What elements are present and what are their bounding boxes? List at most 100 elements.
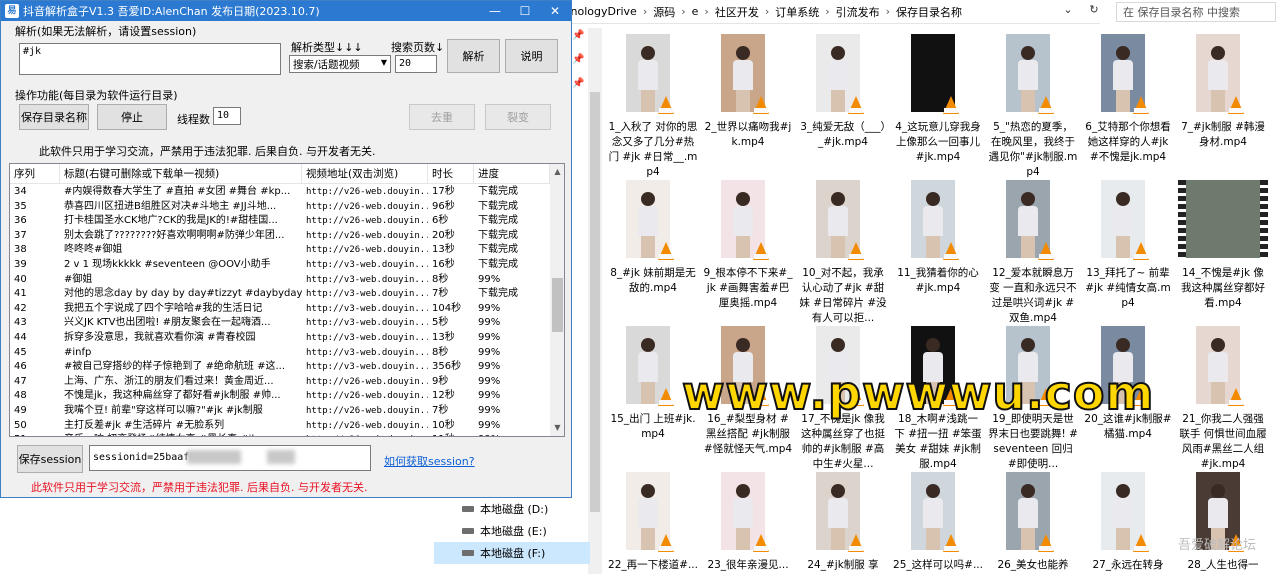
table-row[interactable]: 51音乐一响 初恋登场#纯情女高 #黑长直 #jkhttp://v26-web.…	[10, 433, 550, 436]
table-row[interactable]: 38 咚咚咚#御姐 http://v26-web.douyin... 13秒 下载完成	[10, 243, 550, 258]
stop-button[interactable]: 停止	[97, 104, 167, 130]
page-count-input[interactable]: 20	[395, 55, 437, 73]
table-row[interactable]: 48 不愧是jk，我这种扁丝穿了都好看#jk制服 #帅... http://v26-…	[10, 389, 550, 404]
chevron-right-icon[interactable]: ›	[679, 5, 687, 18]
table-row[interactable]: 36 打卡桂国圣水CK地广?CK的我是JK的!#甜桂国... http://v26-…	[10, 214, 550, 229]
table-row[interactable]: 44 拆穿多没意思，我就喜欢看你演 #青春校园 http://v3-web.douy…	[10, 331, 550, 346]
table-scrollbar[interactable]: ▲ ▼	[550, 164, 564, 436]
table-cell: http://v3-web.douyin...	[306, 289, 428, 300]
parse-button[interactable]: 解析	[447, 39, 500, 73]
table-cell: http://v26-web.douyin...	[306, 201, 428, 212]
table-cell: http://v26-web.douyin...	[306, 376, 428, 387]
drive-list: 本地磁盘 (D:) 本地磁盘 (E:) 本地磁盘 (F:)	[434, 498, 590, 564]
vlc-cone-icon	[658, 96, 674, 114]
scroll-up-icon[interactable]: ▲	[550, 164, 564, 180]
table-cell: 咚咚咚#御姐	[64, 244, 123, 256]
column-header[interactable]: 进度	[474, 164, 550, 184]
table-row[interactable]: 35 恭喜四川区扭进B组胜区对决#斗地主 #JJ斗地... http://v26-w…	[10, 200, 550, 215]
drive-item[interactable]: 本地磁盘 (E:)	[434, 520, 590, 542]
table-cell: 51	[10, 433, 60, 436]
table-row[interactable]: 37 别太会跳了????????好喜欢啊啊啊#防弹少年团... http://v26…	[10, 229, 550, 244]
table-cell: 41	[14, 288, 27, 300]
explorer-search-input[interactable]: 在 保存目录名称 中搜索	[1116, 2, 1276, 22]
chevron-right-icon[interactable]: ›	[641, 5, 649, 18]
table-row[interactable]: 46 #被自己穿搭纱的样子惊艳到了 #绝命航班 #这... http://v3-we…	[10, 360, 550, 375]
chevron-right-icon[interactable]: ›	[702, 5, 710, 18]
table-row[interactable]: 43 兴义JK KTV也出团啦! #朋友聚会在一起嗨酒... http://v3-w…	[10, 316, 550, 331]
column-header[interactable]: 序列	[10, 164, 60, 184]
vlc-cone-icon	[1133, 242, 1149, 260]
threads-input[interactable]: 10	[213, 107, 241, 125]
pin-icon[interactable]: 📌	[572, 78, 588, 102]
scroll-down-icon[interactable]: ▼	[550, 420, 564, 436]
table-row[interactable]: 42 我把五个字说成了四个字哈哈#我的生活日记 http://v3-web.douy…	[10, 302, 550, 317]
help-button[interactable]: 说明	[505, 39, 558, 73]
table-row[interactable]: 39 2 v 1 现场kkkkk #seventeen @OOV小助手 http:/…	[10, 258, 550, 273]
table-row[interactable]: 34 #内娱得数春大学生了 #直拍 #女团 #舞台 #kp... http://v2…	[10, 185, 550, 200]
table-cell: 46	[14, 361, 27, 373]
column-header[interactable]: 时长	[428, 164, 474, 184]
table-cell: 13秒	[432, 331, 455, 343]
column-header[interactable]: 标题(右键可删除或下载单一视频)	[60, 164, 302, 184]
table-cell: http://v26-web.douyin...	[306, 187, 428, 197]
file-name: 10_对不起，我承认心动了#jk #甜妹 #日常碎片 #没有人可以拒...	[799, 267, 887, 324]
breadcrumb-item[interactable]: 保存目录名称	[892, 4, 966, 20]
address-bar[interactable]: ynologyDrive › 源码 › e › 社区开发 › 订单系统 › 引流发布 › 保存目录名称	[560, 0, 1100, 24]
file-name: 6_艾特那个你想看她这样穿的人#jk #不愧是jk.mp4	[1085, 121, 1171, 163]
table-cell: 49	[14, 404, 27, 416]
table-cell: 打卡桂国圣水CK地广?CK的我是JK的!#甜桂国...	[64, 215, 278, 227]
split-button[interactable]: 裂变	[485, 104, 551, 130]
file-name: 5_"热恋的夏季，在晚风里，我终于遇见你"#jk制服.mp4	[988, 121, 1078, 178]
table-row[interactable]: 50 主打反差#jk #生活碎片 #无脸系列 http://v26-web.douy…	[10, 419, 550, 434]
forum-watermark: 吾爱破解论坛	[1178, 538, 1257, 553]
maximize-button[interactable]: ☐	[511, 1, 539, 21]
parse-type-select[interactable]: 搜索/话题视频 ▼	[289, 55, 391, 73]
file-name: 2_世界以痛吻我#jk.mp4	[704, 121, 792, 148]
title-bar[interactable]: 易 抖音解析盒子V1.3 吾爱ID:AlenChan 发布日期(2023.10.…	[1, 1, 571, 21]
minimize-button[interactable]: —	[481, 1, 509, 21]
drive-item[interactable]: 本地磁盘 (D:)	[434, 498, 590, 520]
get-session-link[interactable]: 如何获取session?	[384, 453, 475, 469]
scrollbar-thumb[interactable]	[552, 278, 563, 332]
table-cell: 下载完成	[478, 200, 518, 212]
chevron-down-icon[interactable]: ⌄	[1060, 3, 1076, 21]
save-session-button[interactable]: 保存session	[17, 445, 83, 473]
breadcrumb-item[interactable]: ynologyDrive	[560, 5, 641, 18]
vlc-cone-icon	[848, 534, 864, 552]
dedupe-button[interactable]: 去重	[409, 104, 475, 130]
table-row[interactable]: 49 我嘴个豆! 前辈"穿这样可以嘛?"#jk #jk制服 http://v26-w…	[10, 404, 550, 419]
table-body: 34 #内娱得数春大学生了 #直拍 #女团 #舞台 #kp... http://v2…	[10, 185, 550, 436]
breadcrumb-item[interactable]: 订单系统	[771, 4, 823, 20]
redacted-session	[187, 450, 241, 464]
file-name: 12_爱本就瞬息万变 一直和永远只不过是哄兴词#jk #双鱼.mp4	[989, 267, 1077, 324]
table-cell: 下载完成	[478, 244, 518, 256]
table-row[interactable]: 41 对他的思念day by day by day#tizzyt #daybyda…	[10, 287, 550, 302]
vlc-cone-icon	[1038, 534, 1054, 552]
save-dir-button[interactable]: 保存目录名称	[19, 104, 89, 130]
table-row[interactable]: 40 #御姐 http://v3-web.douyin... 8秒 99%	[10, 273, 550, 288]
parse-input[interactable]: #jk	[19, 43, 281, 75]
breadcrumb-item[interactable]: 社区开发	[711, 4, 763, 20]
drive-label: 本地磁盘 (D:)	[480, 503, 549, 516]
table-cell: http://v26-web.douyin...	[306, 405, 428, 416]
pin-icon[interactable]: 📌	[572, 54, 588, 78]
table-row[interactable]: 47 上海、广东、浙江的朋友们看过来！黄金周近... http://v26-web.…	[10, 375, 550, 390]
table-row[interactable]: 45 #infp http://v3-web.douyin... 8秒 99%	[10, 346, 550, 361]
breadcrumb-item[interactable]: 源码	[649, 4, 679, 20]
chevron-right-icon[interactable]: ›	[884, 5, 892, 18]
close-button[interactable]: ✕	[541, 1, 569, 21]
table-cell: 兴义JK KTV也出团啦! #朋友聚会在一起嗨酒...	[64, 317, 271, 329]
drive-item[interactable]: 本地磁盘 (F:)	[434, 542, 590, 564]
chevron-right-icon[interactable]: ›	[763, 5, 771, 18]
navigation-scrollbar[interactable]	[588, 28, 602, 574]
refresh-icon[interactable]: ↻	[1086, 3, 1102, 21]
column-header[interactable]: 视频地址(双击浏览)	[302, 164, 428, 184]
screen: ynologyDrive › 源码 › e › 社区开发 › 订单系统 › 引流发布 › 保存目录名称 …	[0, 0, 1280, 574]
table-cell: 10秒	[432, 419, 455, 431]
pin-icon[interactable]: 📌	[572, 30, 588, 54]
chevron-right-icon[interactable]: ›	[823, 5, 831, 18]
breadcrumb-item[interactable]: e	[688, 5, 703, 18]
breadcrumb-item[interactable]: 引流发布	[832, 4, 884, 20]
scrollbar-thumb[interactable]	[590, 92, 600, 512]
table-cell: 356秒	[432, 361, 462, 373]
